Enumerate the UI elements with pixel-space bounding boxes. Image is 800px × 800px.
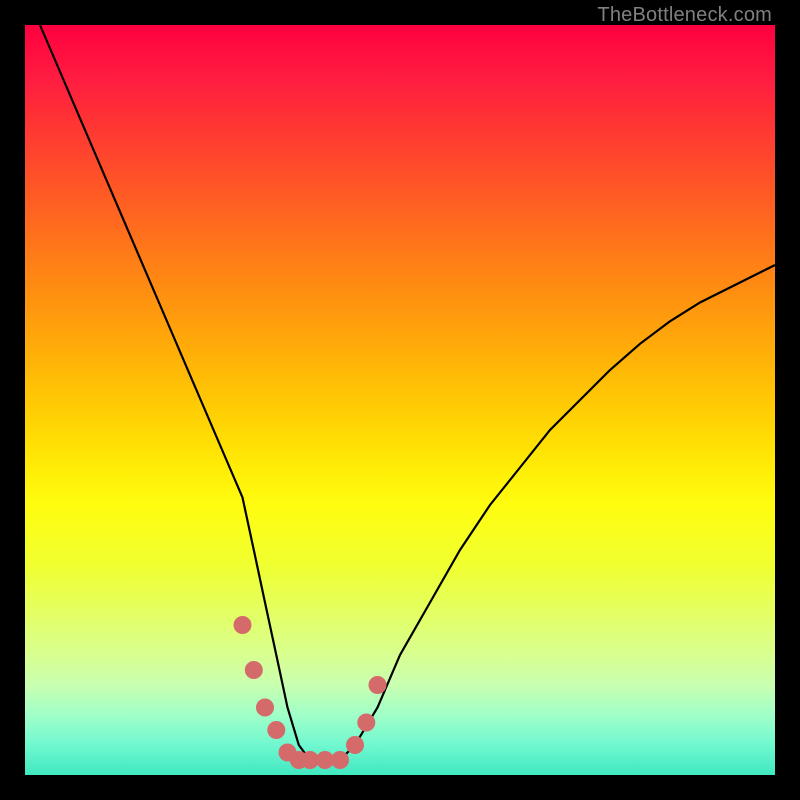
chart-frame: TheBottleneck.com bbox=[0, 0, 800, 800]
plot-background bbox=[25, 25, 775, 775]
watermark-text: TheBottleneck.com bbox=[597, 4, 772, 27]
